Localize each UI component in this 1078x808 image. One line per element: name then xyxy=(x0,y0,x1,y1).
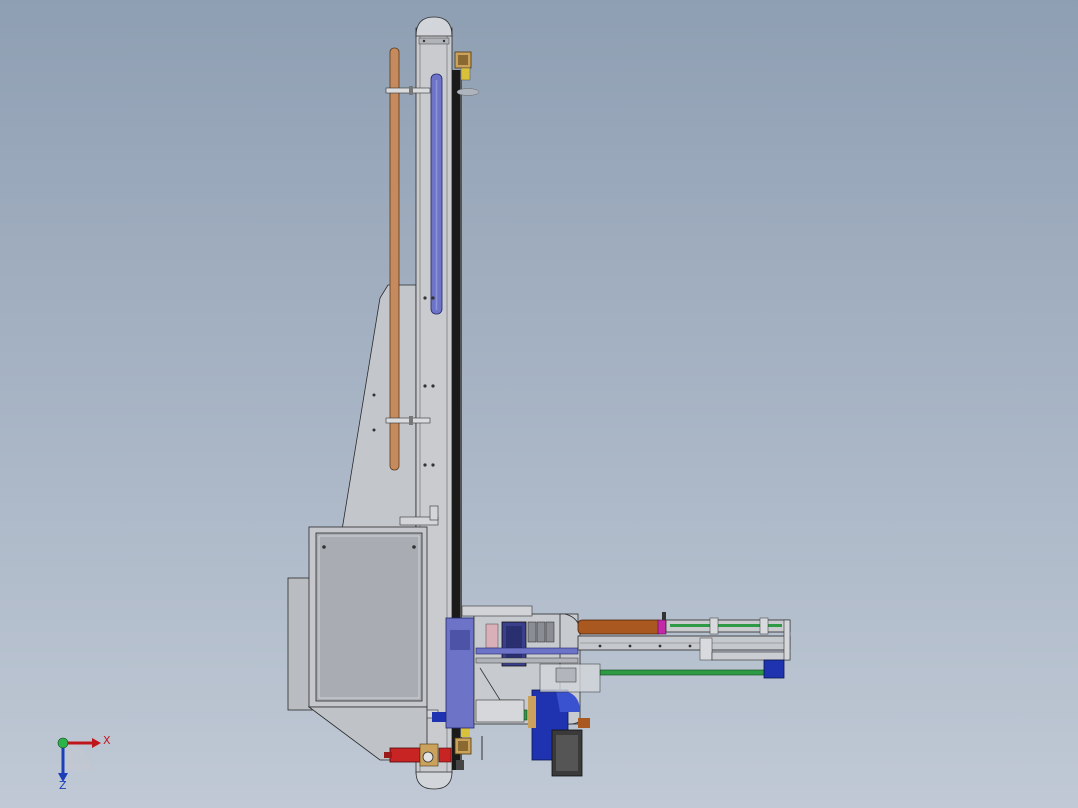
top-cable-clip xyxy=(456,88,480,96)
column-bottom-cap xyxy=(415,771,453,790)
rail-bracket-top xyxy=(385,87,431,94)
coordinate-triad: X Z xyxy=(57,734,111,792)
triangular-side-plate xyxy=(341,284,417,531)
green-linear-guide xyxy=(599,669,769,676)
tan-guide-rail xyxy=(389,47,400,471)
cabinet-side-box xyxy=(287,577,313,711)
cabinet-door xyxy=(315,532,423,702)
rail-bracket-bottom xyxy=(385,417,431,424)
pressure-gauge xyxy=(422,751,434,763)
cad-viewport[interactable]: X Z xyxy=(0,0,1078,808)
red-valve-cylinder xyxy=(389,747,421,763)
assembly-drawing: X Z xyxy=(57,16,791,792)
arm-end-blue-block xyxy=(763,659,785,679)
brown-horizontal-cylinder xyxy=(577,619,663,635)
triad-x-label: X xyxy=(103,734,111,747)
column-top-cap xyxy=(415,16,453,37)
triad-z-label: Z xyxy=(59,779,67,792)
